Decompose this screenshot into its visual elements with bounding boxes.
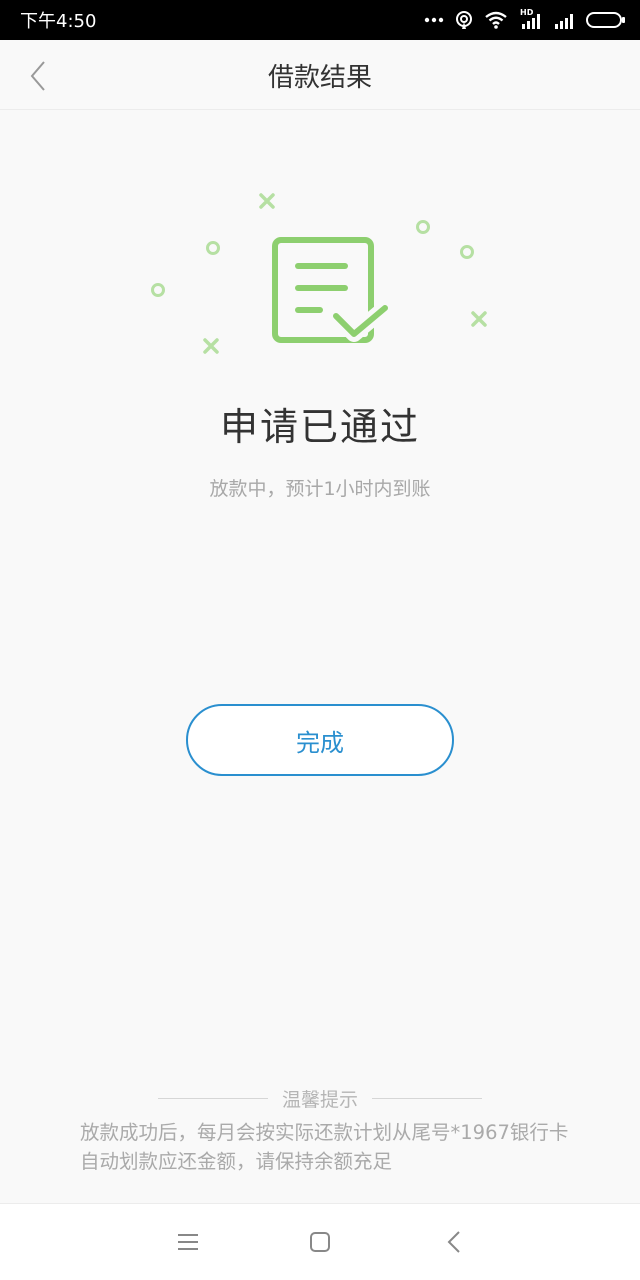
tips-title: 温馨提示 [281,1088,358,1111]
battery-icon [586,12,625,28]
status-bar: 下午4:50 HD [0,0,640,40]
decor-circle-icon [151,220,474,297]
tips-text: 放款成功后，每月会按实际还款计划从尾号*1967银行卡自动划款应还金额，请保持余… [80,1121,569,1173]
done-button[interactable]: 完成 [186,704,454,776]
nav-back-button[interactable] [434,1222,474,1262]
divider-line [372,1097,482,1099]
signal-hd: HD [520,8,544,30]
status-time: 下午4:50 [20,11,97,32]
wifi-hd-icon [485,11,507,29]
menu-icon [178,1234,198,1250]
header: 借款结果 [0,40,640,110]
back-chevron-icon [447,1231,460,1253]
hotspot-icon [456,11,472,29]
document-check-icon [151,193,487,354]
divider-line [157,1097,268,1099]
result-title: 申请已通过 [219,405,420,449]
nav-bar [0,1203,640,1280]
page-title: 借款结果 [267,62,372,93]
signal-icon [555,14,573,29]
status-icons: HD [424,0,626,40]
menu-button[interactable] [168,1222,208,1262]
result-subtitle: 放款中，预计1小时内到账 [209,478,431,500]
tips-divider: 温馨提示 [0,1084,640,1112]
home-button[interactable] [300,1222,340,1262]
signal-icon [522,14,540,29]
more-dots-icon [424,17,444,23]
home-square-icon [310,1232,330,1252]
